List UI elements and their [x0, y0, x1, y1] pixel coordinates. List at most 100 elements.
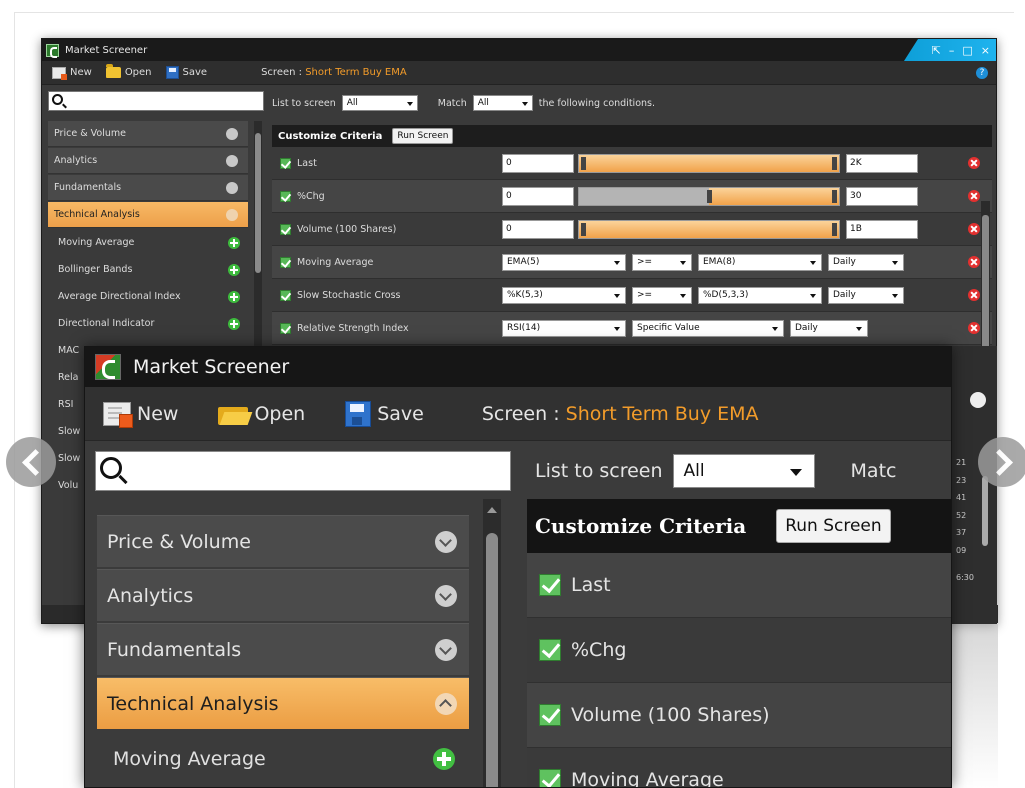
small-search-input[interactable] — [48, 91, 264, 111]
plus-circle-icon[interactable] — [228, 236, 240, 249]
indicator-select[interactable]: RSI(14) — [502, 319, 626, 337]
category-analytics[interactable]: Analytics — [97, 569, 469, 621]
max-value-input[interactable]: 2K — [846, 153, 918, 173]
operator-select[interactable]: >= — [632, 286, 692, 304]
new-button[interactable]: New — [103, 401, 178, 428]
period-select[interactable]: Daily — [790, 319, 868, 337]
small-sub-item[interactable]: Average Directional Index — [48, 283, 248, 310]
scroll-up-icon[interactable] — [487, 507, 497, 513]
scrollbar-thumb[interactable] — [982, 476, 988, 546]
small-category-price-volume[interactable]: Price & Volume — [48, 121, 248, 147]
criteria-checkbox[interactable] — [280, 190, 291, 202]
range-handle-max[interactable] — [832, 189, 837, 203]
chevron-up-icon[interactable] — [226, 208, 238, 221]
list-to-screen-select[interactable]: All — [341, 95, 418, 111]
remove-circle-icon[interactable] — [968, 289, 980, 301]
chevron-down-icon[interactable] — [435, 585, 457, 607]
operator-select[interactable]: >= — [632, 253, 692, 271]
remove-circle-icon[interactable] — [968, 157, 980, 169]
criteria-checkbox[interactable] — [539, 769, 561, 787]
criteria-checkbox[interactable] — [280, 322, 291, 334]
chevron-down-icon[interactable] — [226, 154, 238, 167]
small-category-analytics[interactable]: Analytics — [48, 148, 248, 174]
scrollbar-thumb[interactable] — [255, 133, 261, 273]
small-sub-item[interactable]: Moving Average — [48, 229, 248, 256]
category-price-volume[interactable]: Price & Volume — [97, 515, 469, 567]
small-category-technical-analysis[interactable]: Technical Analysis — [48, 202, 248, 228]
search-input[interactable] — [95, 451, 511, 491]
max-value-input[interactable]: 1B — [846, 219, 918, 239]
criteria-checkbox[interactable] — [280, 289, 291, 301]
min-value-input[interactable]: 0 — [502, 186, 574, 206]
small-new-button[interactable]: New — [52, 66, 92, 80]
list-to-screen-select[interactable]: All — [672, 454, 815, 488]
plus-circle-icon[interactable] — [433, 748, 455, 770]
range-handle-max[interactable] — [832, 156, 837, 170]
range-handle-min[interactable] — [707, 189, 712, 203]
chevron-down-icon[interactable] — [435, 531, 457, 553]
indicator-select[interactable]: EMA(5) — [502, 253, 626, 271]
criteria-checkbox[interactable] — [280, 256, 291, 268]
plus-circle-icon[interactable] — [228, 263, 240, 276]
match-select[interactable]: All — [472, 95, 533, 111]
criteria-checkbox[interactable] — [280, 223, 291, 235]
chevron-down-icon[interactable] — [435, 639, 457, 661]
open-button[interactable]: Open — [218, 403, 305, 425]
close-icon[interactable]: × — [981, 44, 990, 57]
remove-circle-icon[interactable] — [968, 190, 980, 202]
criteria-checkbox[interactable] — [539, 704, 561, 726]
previous-slide-button[interactable] — [6, 437, 56, 487]
scrollbar-thumb[interactable] — [486, 533, 498, 787]
min-value-input[interactable]: 0 — [502, 219, 574, 239]
max-value-input[interactable]: 30 — [846, 186, 918, 206]
range-slider[interactable] — [578, 219, 840, 239]
range-handle-min[interactable] — [581, 222, 586, 236]
chevron-up-icon[interactable] — [970, 392, 986, 408]
remove-circle-icon[interactable] — [968, 223, 980, 235]
save-button[interactable]: Save — [345, 400, 424, 427]
next-slide-button[interactable] — [978, 437, 1025, 487]
small-open-button[interactable]: Open — [105, 64, 152, 78]
pin-icon[interactable]: ⇱ — [932, 44, 941, 57]
category-fundamentals[interactable]: Fundamentals — [97, 623, 469, 675]
large-window-title: Market Screener — [133, 356, 290, 378]
minimize-icon[interactable]: – — [949, 44, 955, 57]
plus-circle-icon[interactable] — [228, 317, 240, 330]
criteria-label: Last — [571, 574, 611, 596]
small-save-button[interactable]: Save — [165, 66, 207, 79]
small-sub-item[interactable]: Directional Indicator — [48, 310, 248, 337]
min-value-input[interactable]: 0 — [502, 153, 574, 173]
category-technical-analysis[interactable]: Technical Analysis — [97, 677, 469, 729]
range-slider[interactable] — [578, 186, 840, 206]
range-handle-min[interactable] — [581, 156, 586, 170]
operator-select[interactable]: Specific Value — [632, 319, 784, 337]
chevron-up-icon[interactable] — [435, 693, 457, 715]
period-select[interactable]: Daily — [828, 253, 904, 271]
period-select[interactable]: Daily — [828, 286, 904, 304]
window-reflection — [952, 624, 998, 788]
range-slider[interactable] — [578, 153, 840, 173]
criteria-checkbox[interactable] — [539, 639, 561, 661]
sub-item-label: Slow — [58, 453, 81, 464]
remove-circle-icon[interactable] — [968, 256, 980, 268]
criteria-checkbox[interactable] — [280, 157, 291, 169]
remove-circle-icon[interactable] — [968, 322, 980, 334]
small-category-fundamentals[interactable]: Fundamentals — [48, 175, 248, 201]
range-handle-max[interactable] — [832, 222, 837, 236]
sub-item-label: Average Directional Index — [58, 291, 181, 302]
sidebar-scrollbar[interactable] — [483, 499, 501, 787]
chevron-down-icon[interactable] — [226, 181, 238, 194]
folder-open-icon — [218, 403, 250, 425]
help-icon[interactable]: ? — [976, 66, 988, 79]
small-sub-item[interactable]: Bollinger Bands — [48, 256, 248, 283]
small-run-screen-button[interactable]: Run Screen — [392, 128, 454, 144]
maximize-icon[interactable]: □ — [962, 44, 972, 57]
compare-indicator-select[interactable]: EMA(8) — [698, 253, 822, 271]
plus-circle-icon[interactable] — [228, 290, 240, 303]
criteria-checkbox[interactable] — [539, 574, 561, 596]
sub-item-moving-average[interactable]: Moving Average — [97, 731, 469, 787]
indicator-select[interactable]: %K(5,3) — [502, 286, 626, 304]
chevron-down-icon[interactable] — [226, 127, 238, 140]
run-screen-button[interactable]: Run Screen — [776, 509, 891, 543]
compare-indicator-select[interactable]: %D(5,3,3) — [698, 286, 822, 304]
